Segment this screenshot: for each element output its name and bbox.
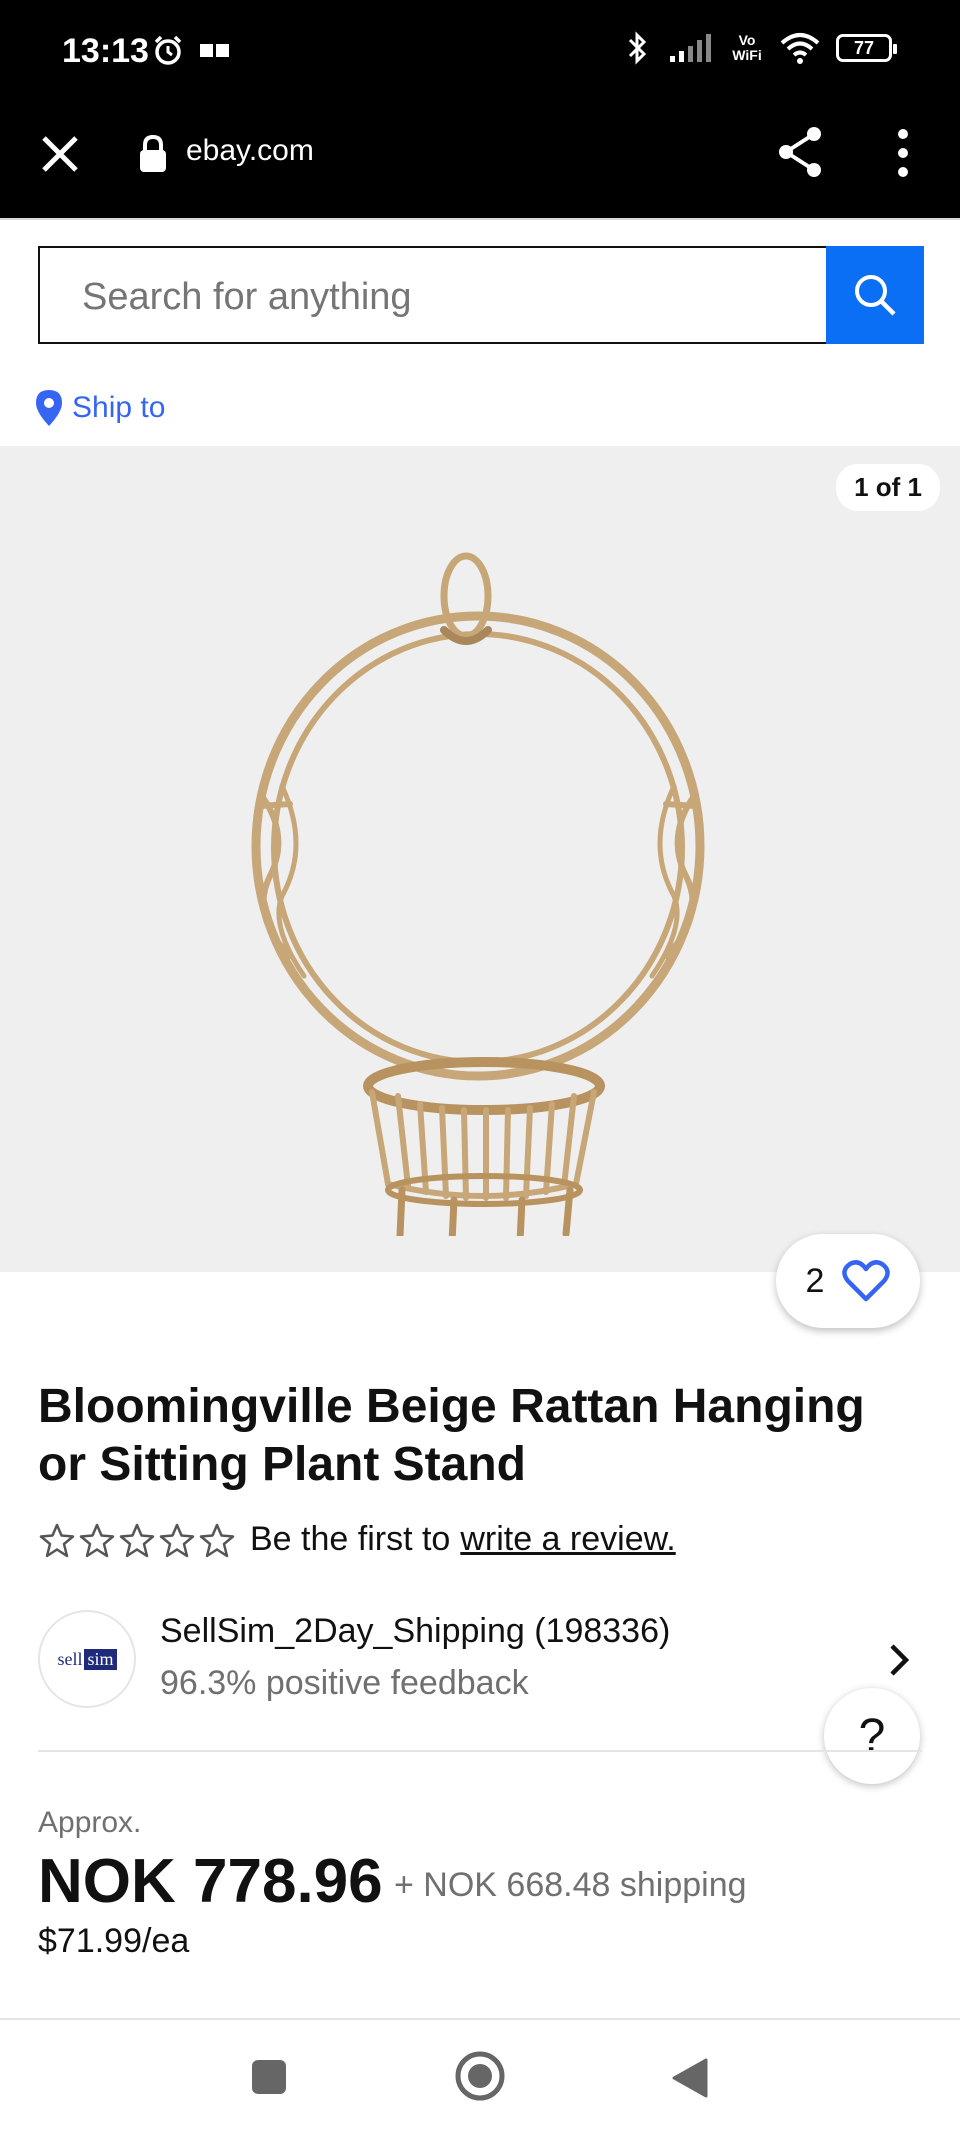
star-icon bbox=[199, 1523, 235, 1557]
search-button[interactable] bbox=[826, 246, 924, 344]
rating-prompt: Be the first to bbox=[250, 1520, 451, 1558]
approx-label: Approx. bbox=[38, 1806, 142, 1839]
status-right-icons: Vo WiFi 77 bbox=[624, 30, 897, 66]
battery-indicator: 77 bbox=[836, 34, 897, 62]
notification-icon bbox=[200, 44, 229, 57]
ship-to-link[interactable]: Ship to bbox=[34, 388, 165, 428]
seller-logo-text-b: sim bbox=[84, 1648, 117, 1670]
seller-logo-mark: sell sim bbox=[57, 1648, 117, 1670]
star-icon bbox=[39, 1523, 75, 1557]
signal-icon bbox=[670, 34, 711, 62]
seller-name[interactable]: SellSim_2Day_Shipping (198336) bbox=[160, 1612, 670, 1651]
header-divider bbox=[0, 218, 960, 220]
price: NOK 778.96 bbox=[38, 1847, 383, 1916]
home-icon[interactable] bbox=[454, 2050, 506, 2102]
status-bar: 13:13 Vo WiFi 77 bbox=[0, 0, 960, 104]
search-box[interactable] bbox=[38, 246, 828, 344]
recent-apps-icon[interactable] bbox=[252, 2060, 286, 2094]
bluetooth-icon bbox=[628, 31, 647, 65]
browser-toolbar: ebay.com bbox=[0, 104, 960, 218]
help-button[interactable]: ? bbox=[824, 1688, 920, 1784]
alarm-icon bbox=[154, 35, 182, 65]
shipping-cost: + NOK 668.48 shipping bbox=[394, 1866, 747, 1904]
url-bar[interactable]: ebay.com bbox=[186, 134, 314, 168]
wifi-icon bbox=[780, 33, 820, 64]
rating-stars bbox=[38, 1522, 236, 1558]
seller-feedback: 96.3% positive feedback bbox=[160, 1664, 529, 1702]
share-icon[interactable] bbox=[774, 124, 826, 180]
system-nav-bar bbox=[0, 2018, 960, 2133]
location-pin-icon bbox=[36, 390, 62, 426]
status-left-icons bbox=[152, 34, 232, 66]
lock-icon bbox=[140, 134, 166, 172]
vowifi-label: Vo WiFi bbox=[732, 32, 762, 63]
back-icon[interactable] bbox=[670, 2056, 710, 2100]
close-icon[interactable] bbox=[38, 132, 82, 176]
product-image-gallery[interactable]: 1 of 1 bbox=[0, 446, 960, 1272]
heart-icon bbox=[842, 1260, 891, 1302]
watch-count: 2 bbox=[805, 1261, 825, 1300]
seller-logo-text-a: sell bbox=[57, 1648, 83, 1669]
product-image bbox=[251, 552, 705, 1236]
ship-to-label: Ship to bbox=[72, 391, 166, 424]
seller-divider bbox=[38, 1750, 922, 1752]
image-counter: 1 of 1 bbox=[836, 464, 940, 511]
rating-row: Be the first to write a review. bbox=[38, 1520, 676, 1559]
product-title: Bloomingville Beige Rattan Hanging or Si… bbox=[38, 1380, 865, 1491]
seller-logo[interactable]: sell sim bbox=[38, 1610, 136, 1708]
star-icon bbox=[119, 1523, 155, 1557]
write-review-link[interactable]: write a review. bbox=[460, 1520, 675, 1559]
unit-price: $71.99/ea bbox=[38, 1922, 190, 1960]
star-icon bbox=[79, 1523, 115, 1557]
search-icon bbox=[855, 275, 896, 316]
star-icon bbox=[159, 1523, 195, 1557]
status-time: 13:13 bbox=[62, 32, 149, 70]
more-options-icon[interactable] bbox=[888, 126, 918, 180]
search-input[interactable] bbox=[82, 276, 802, 319]
chevron-right-icon[interactable] bbox=[884, 1640, 914, 1680]
watch-button[interactable]: 2 bbox=[776, 1234, 920, 1328]
